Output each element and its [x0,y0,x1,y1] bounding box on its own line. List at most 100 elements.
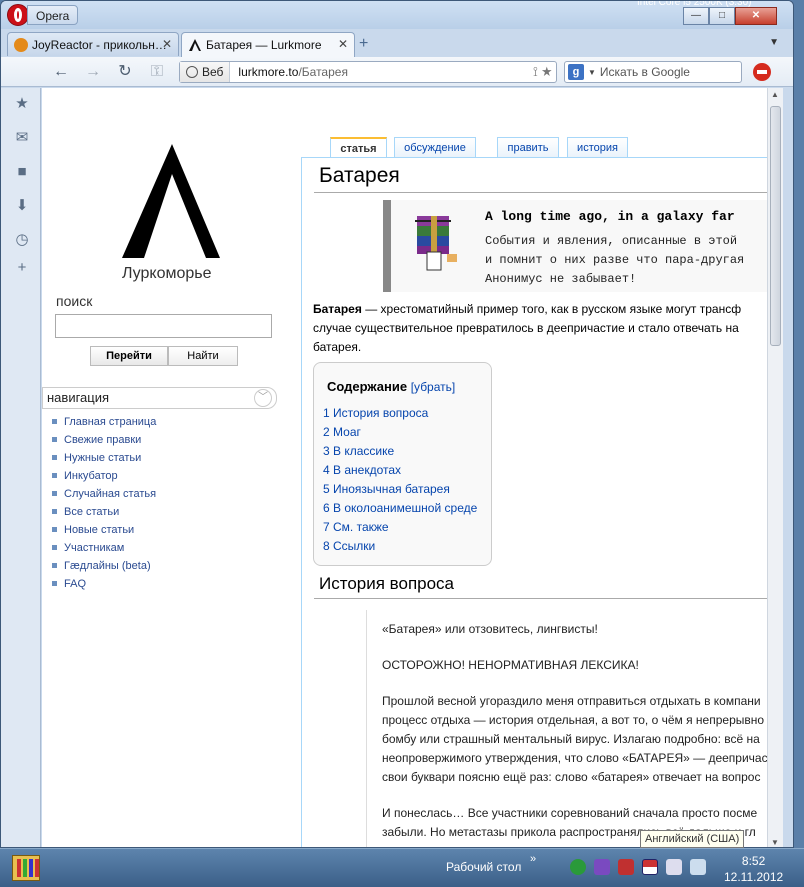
close-button[interactable]: ✕ [735,7,777,25]
history-clock-icon[interactable]: ◷ [14,232,30,248]
tab-close-icon[interactable]: ✕ [162,37,172,51]
search-engine-dropdown-icon[interactable]: ▼ [588,68,596,77]
chevron-down-icon[interactable]: ﹀ [254,389,272,407]
title-divider [314,192,767,193]
tab-edit[interactable]: править [497,137,559,157]
toolbar-expand-icon[interactable]: » [530,853,536,865]
notes-icon[interactable]: ■ [14,164,30,180]
address-icons: ⟟ ★ [533,64,552,80]
winrar-archive-icon [415,216,457,271]
opera-logo-icon[interactable] [7,4,29,26]
reload-button[interactable]: ↻ [115,62,135,82]
nav-item-incubator[interactable]: Инкубатор [52,469,156,487]
scrollbar-thumb[interactable] [770,106,781,346]
toc-item[interactable]: 3 В классике [323,444,394,458]
mail-icon[interactable]: ✉ [14,130,30,146]
url-text[interactable]: lurkmore.to/Батарея [230,65,348,79]
story-line: Прошлой весной угораздило меня отправить… [382,694,761,708]
bookmark-star-icon[interactable]: ★ [541,64,552,79]
toc-item[interactable]: 8 Ссылки [323,539,375,553]
bookmarks-star-icon[interactable]: ★ [14,96,30,112]
opera-menu-button[interactable]: Opera [27,5,79,25]
rss-icon[interactable]: ⟟ [533,64,538,79]
tab-discussion[interactable]: обсуждение [394,137,476,157]
navigation-header-label: навигация [47,390,110,405]
nav-item-new-articles[interactable]: Новые статьи [52,523,156,541]
clock-date: 12.11.2012 [724,870,784,884]
nav-item-faq[interactable]: FAQ [52,577,156,595]
add-panel-icon[interactable]: + [14,260,30,276]
quote-line: и помнит о них разве что пара-другая [485,253,745,267]
quote-line: События и явления, описанные в этой [485,234,738,248]
nav-item-random[interactable]: Случайная статья [52,487,156,505]
intro-text: — хрестоматийный пример того, как в русс… [361,302,742,316]
intro-text: случае существительное превратилось в де… [313,321,739,335]
quote-line: Анонимус не забывает! [485,272,637,286]
web-badge[interactable]: Веб [180,62,231,82]
search-field[interactable]: g ▼ Искать в Google [564,61,742,83]
language-flag-icon[interactable] [642,859,658,875]
scroll-up-icon[interactable]: ▲ [771,90,779,99]
toc-hide-link[interactable]: [убрать] [411,380,456,394]
desktop-toolbar-label[interactable]: Рабочий стол [446,860,521,874]
story-line: свои буквари поясню ещё раз: слово «бата… [382,770,761,784]
tab-joyreactor[interactable]: JoyReactor - прикольн… ✕ [7,32,179,56]
nav-item-recent-changes[interactable]: Свежие правки [52,433,156,451]
google-icon[interactable]: g [568,64,584,80]
taskbar-winrar-icon[interactable] [12,855,40,881]
joyreactor-favicon-icon [14,37,28,52]
minimize-button[interactable]: — [683,7,709,25]
site-name: Луркоморье [122,265,212,282]
nav-item-wanted[interactable]: Нужные статьи [52,451,156,469]
find-button[interactable]: Найти [168,346,238,366]
back-button[interactable]: ← [51,62,71,82]
nav-item-main-page[interactable]: Главная страница [52,415,156,433]
lurkmore-favicon-icon [188,38,202,52]
navigation-toolbar: ← → ↻ ⚿ Веб lurkmore.to/Батарея ⟟ ★ g ▼ … [1,57,793,87]
stop-icon[interactable] [753,63,771,81]
lurkmore-logo-icon[interactable] [122,144,222,258]
tab-article[interactable]: статья [330,137,387,157]
toc-item[interactable]: 2 Моаг [323,425,361,439]
nav-item-participants[interactable]: Участникам [52,541,156,559]
story-line: ОСТОРОЖНО! НЕНОРМАТИВНАЯ ЛЕКСИКА! [382,658,639,672]
section-title: История вопроса [319,574,455,593]
tab-lurkmore[interactable]: Батарея — Lurkmore ✕ [181,32,355,57]
go-button[interactable]: Перейти [90,346,168,366]
key-icon[interactable]: ⚿ [147,62,167,82]
taskbar: Рабочий стол » 8:52 12.11.2012 [0,848,804,887]
messenger-tray-icon[interactable] [594,859,610,875]
toc-item[interactable]: 6 В околоанимешной среде [323,501,477,515]
nav-item-guidelines[interactable]: Гæдлайны (beta) [52,559,156,577]
address-bar[interactable]: Веб lurkmore.to/Батарея ⟟ ★ [179,61,557,83]
downloads-icon[interactable]: ⬇ [14,198,30,214]
new-tab-button[interactable]: + [359,35,368,53]
side-panel: ★ ✉ ■ ⬇ ◷ + [1,88,41,847]
utorrent-tray-icon[interactable] [570,859,586,875]
toc-item[interactable]: 5 Иноязычная батарея [323,482,450,496]
intro-text: батарея. [313,340,362,354]
forward-button[interactable]: → [83,62,103,82]
title-bar: Opera Intel Core i5 2500K (3.30) — □ ✕ [1,1,793,29]
nav-item-all-articles[interactable]: Все статьи [52,505,156,523]
vertical-scrollbar[interactable]: ▲ ▼ [767,88,783,847]
toc-item[interactable]: 4 В анекдотах [323,463,401,477]
toc-item[interactable]: 1 История вопроса [323,406,428,420]
toc-item[interactable]: 7 См. также [323,520,389,534]
clock-time: 8:52 [741,854,766,868]
security-tray-icon[interactable] [618,859,634,875]
clock[interactable]: 8:52 12.11.2012 [724,853,783,885]
site-search-input[interactable] [55,314,272,338]
action-center-icon[interactable] [666,859,682,875]
volume-icon[interactable] [690,859,706,875]
story-line: бомбу или страшный ментальный вирус. Изл… [382,732,760,746]
maximize-button[interactable]: □ [709,7,735,25]
scroll-down-icon[interactable]: ▼ [771,838,779,847]
opera-window: Opera Intel Core i5 2500K (3.30) — □ ✕ J… [0,0,794,848]
tab-history[interactable]: история [567,137,628,157]
tab-title: Батарея — Lurkmore [206,38,322,52]
story-line: неопровержимого утверждения, что слово «… [382,751,767,765]
tab-close-icon[interactable]: ✕ [338,37,348,51]
navigation-header[interactable]: навигация ﹀ [42,387,277,409]
tab-menu-icon[interactable]: ▼ [769,37,779,48]
